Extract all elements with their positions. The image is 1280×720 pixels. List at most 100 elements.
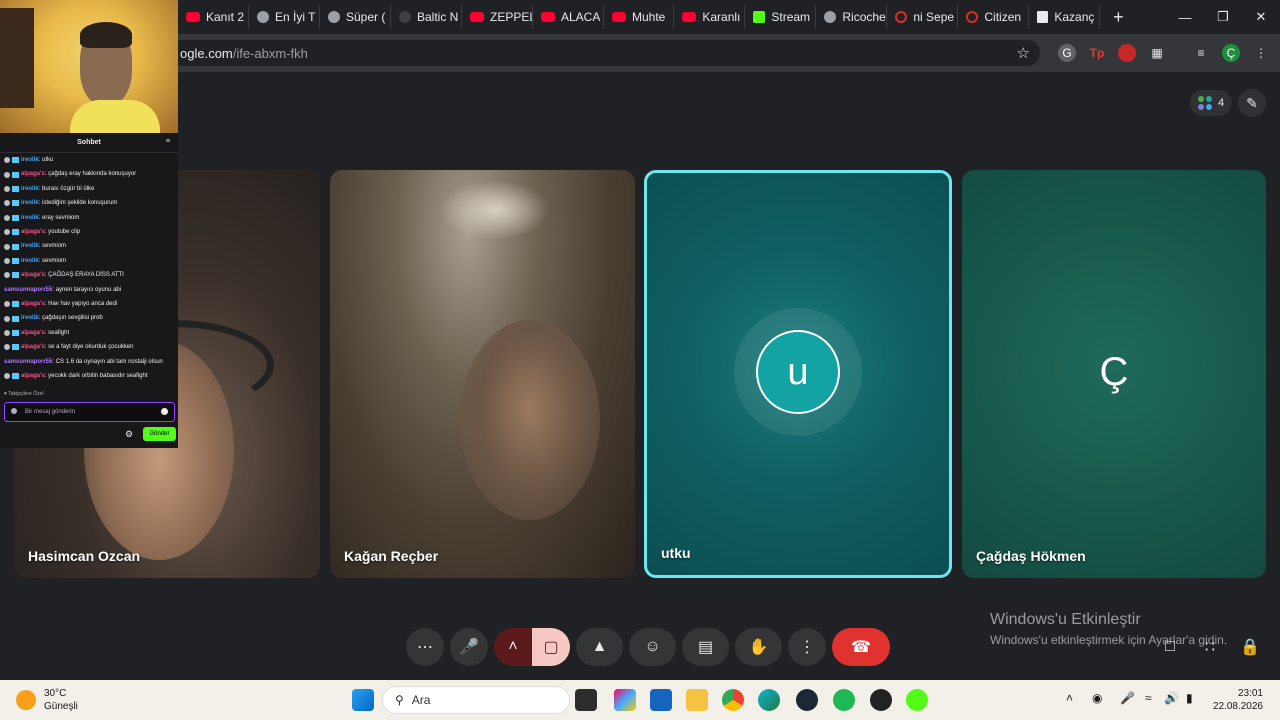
start-windows-icon[interactable] xyxy=(352,689,374,711)
chat-username[interactable]: alpaga's xyxy=(21,272,45,278)
browser-tab[interactable]: Kazanç xyxy=(1029,5,1101,29)
spotify-icon[interactable] xyxy=(833,689,855,711)
close-window-button[interactable]: ✕ xyxy=(1242,0,1280,34)
youtube-icon xyxy=(541,12,555,22)
media-control-icon[interactable]: ≡ xyxy=(1192,44,1210,62)
chat-username[interactable]: alpaga's xyxy=(21,330,45,336)
taskbar-search[interactable]: ⚲ Ara xyxy=(382,686,570,714)
chat-send-button[interactable]: Gönder xyxy=(143,427,176,441)
extension-shield-icon[interactable] xyxy=(1118,44,1136,62)
new-tab-button[interactable]: + xyxy=(1106,5,1130,29)
chrome-icon[interactable] xyxy=(722,689,744,711)
more-options-vertical-icon[interactable]: ⋮ xyxy=(788,628,826,666)
chat-message: alpaga's: seafight xyxy=(4,326,174,340)
microphone-button[interactable]: 🎤 xyxy=(450,628,488,666)
weather-widget[interactable]: 30°C Güneşli xyxy=(16,687,78,713)
chat-username[interactable]: ireolik xyxy=(21,258,39,264)
chat-settings-gear-icon[interactable]: ⚙ xyxy=(125,429,133,440)
chat-text: burası özgür bi ülke xyxy=(42,185,95,192)
file-explorer-icon[interactable] xyxy=(686,689,708,711)
chat-username[interactable]: alpaga's xyxy=(21,301,45,307)
steam-icon[interactable] xyxy=(796,689,818,711)
obs-icon[interactable] xyxy=(870,689,892,711)
store-icon[interactable] xyxy=(650,689,672,711)
chat-username[interactable]: ireolik xyxy=(21,200,39,206)
chat-username[interactable]: ireolik xyxy=(21,186,39,192)
participants-button[interactable]: 4 xyxy=(1190,90,1232,116)
emoji-reactions-button[interactable]: ☺ xyxy=(629,628,676,666)
security-icon[interactable]: ◉ xyxy=(1092,691,1102,705)
chat-users-icon[interactable]: ≡ xyxy=(166,138,170,145)
more-options-horizontal-icon[interactable]: ⋯ xyxy=(406,628,444,666)
generic-icon xyxy=(328,11,340,23)
browser-tab[interactable]: Karanlı xyxy=(674,5,746,29)
activities-grid-icon[interactable]: ∷ xyxy=(1199,636,1221,658)
badge-icon xyxy=(4,229,10,236)
tray-chevron-icon[interactable]: ˄ xyxy=(1066,691,1073,705)
browser-tab[interactable]: Stream xyxy=(745,5,817,29)
browser-tab[interactable]: Baltic N xyxy=(391,5,462,29)
host-controls-lock-icon[interactable]: 🔒 xyxy=(1239,636,1261,658)
participant-tile-utku[interactable]: u utku xyxy=(644,170,952,578)
browser-tab[interactable]: Citizen xyxy=(958,5,1030,29)
address-bar[interactable]: ogle.com/ife-abxm-fkh ☆ xyxy=(170,40,1040,66)
browser-tab[interactable]: Ricoche xyxy=(816,5,888,29)
chat-username[interactable]: ireolik xyxy=(21,215,39,221)
profile-avatar[interactable]: Ç xyxy=(1222,44,1240,62)
browser-tab[interactable]: Kanıt 2 xyxy=(178,5,249,29)
kick-app-icon[interactable] xyxy=(906,689,928,711)
microphone-tray-icon[interactable]: 🎤 xyxy=(1120,691,1135,705)
system-clock[interactable]: 23:01 22.08.2026 xyxy=(1213,687,1263,713)
browser-menu-icon[interactable]: ⋮ xyxy=(1252,44,1270,62)
browser-tab[interactable]: ZEPPEL xyxy=(462,5,533,29)
restore-button[interactable]: ❐ xyxy=(1204,0,1242,34)
streamer-shirt xyxy=(70,100,160,133)
extensions-puzzle-icon[interactable]: ▦ xyxy=(1148,44,1166,62)
copilot-icon[interactable] xyxy=(614,689,636,711)
chat-text: sevmiom xyxy=(42,243,67,250)
chat-icon[interactable]: □ xyxy=(1159,636,1181,658)
temperature: 30°C xyxy=(44,688,67,699)
edit-pen-icon[interactable]: ✎ xyxy=(1238,89,1266,117)
badge-icon xyxy=(12,157,19,164)
browser-tab[interactable]: Süper ( xyxy=(320,5,391,29)
volume-icon[interactable]: 🔊 xyxy=(1164,691,1179,705)
browser-tab[interactable]: En İyi T xyxy=(249,5,320,29)
badge-icon xyxy=(4,315,10,322)
camera-off-button[interactable]: ▢ xyxy=(532,628,570,666)
browser-tab[interactable]: ALACA xyxy=(533,5,604,29)
battery-icon[interactable]: ▮ xyxy=(1186,691,1193,705)
extension-g-icon[interactable]: G xyxy=(1058,44,1076,62)
task-view-icon[interactable] xyxy=(575,689,597,711)
browser-tab[interactable]: ni Sepe xyxy=(887,5,959,29)
bookmark-star-icon[interactable]: ☆ xyxy=(1017,44,1030,62)
chat-username[interactable]: samsunnaporr55 xyxy=(4,359,52,365)
camera-options-chevron-icon[interactable]: ˄ xyxy=(494,628,532,666)
chat-username[interactable]: ireolik xyxy=(21,157,39,163)
chat-username[interactable]: alpaga's xyxy=(21,344,45,350)
present-screen-button[interactable]: ▲ xyxy=(576,628,623,666)
browser-tab[interactable]: Muhte xyxy=(604,5,675,29)
chat-username[interactable]: ireolik xyxy=(21,243,39,249)
participant-tile-kagan[interactable]: Kağan Reçber xyxy=(330,170,635,578)
chat-username[interactable]: samsunnaporr55 xyxy=(4,287,52,293)
badge-icon xyxy=(12,330,19,337)
chat-username[interactable]: ireolik xyxy=(21,315,39,321)
chat-input[interactable]: Bir mesaj gönderin xyxy=(4,402,175,422)
chat-text: sevmiom xyxy=(42,257,67,264)
chat-username[interactable]: alpaga's xyxy=(21,229,45,235)
badge-icon xyxy=(4,200,10,207)
edge-icon[interactable] xyxy=(758,689,780,711)
leave-call-button[interactable]: ☎ xyxy=(832,628,890,666)
extension-tp-icon[interactable]: Tp xyxy=(1088,44,1106,62)
ring-icon xyxy=(895,11,908,23)
chat-username[interactable]: alpaga's xyxy=(21,373,45,379)
captions-button[interactable]: ▤ xyxy=(682,628,729,666)
chat-message: ireolik: utku xyxy=(4,153,174,167)
emote-icon[interactable] xyxy=(161,408,168,415)
chat-username[interactable]: alpaga's xyxy=(21,171,45,177)
minimize-button[interactable]: — xyxy=(1166,0,1204,34)
wifi-icon[interactable]: ≈ xyxy=(1145,691,1152,705)
participant-tile-cagdas[interactable]: Ç Çağdaş Hökmen xyxy=(962,170,1266,578)
raise-hand-button[interactable]: ✋ xyxy=(735,628,782,666)
